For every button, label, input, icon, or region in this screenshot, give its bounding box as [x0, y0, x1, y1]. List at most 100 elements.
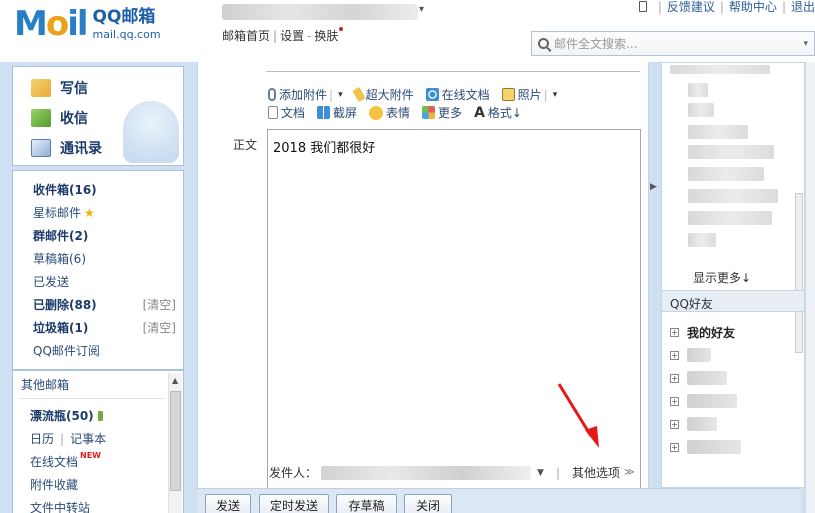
friend-group[interactable]: + [670, 371, 727, 385]
online-doc-button[interactable]: 在线文档 [425, 86, 490, 103]
contacts-panel: 显示更多↓ QQ好友 + 我的好友 + + + + + [661, 62, 805, 488]
recent-contacts-header-blurred [670, 65, 770, 74]
drift-bottle[interactable]: 漂流瓶(50) [30, 407, 103, 424]
folder-deleted[interactable]: 已删除(88) [33, 296, 97, 313]
close-button[interactable]: 关闭 [404, 494, 452, 513]
compose-button[interactable]: 写信 [31, 75, 88, 101]
chevron-down-icon[interactable]: ▾ [419, 4, 424, 15]
attachment-favorites[interactable]: 附件收藏 [30, 476, 78, 493]
friend-group-my-friends[interactable]: + 我的好友 [670, 324, 735, 341]
inbox-download-icon [31, 109, 51, 127]
contacts-scrollbar[interactable] [794, 193, 804, 353]
online-docs[interactable]: 在线文档 NEW [30, 451, 101, 470]
red-annotation-arrow-icon [557, 383, 599, 448]
search-options-chevron-icon[interactable]: ▾ [803, 39, 808, 49]
chevron-down-icon[interactable]: ▾ [553, 90, 558, 100]
expand-plus-icon[interactable]: + [670, 396, 679, 406]
emoji-button[interactable]: 表情 [369, 104, 410, 121]
chevron-down-icon[interactable]: ▾ [338, 90, 343, 100]
compose-toolbar-primary: 添加附件 | ▾ 超大附件 在线文档 照片 | ▾ [268, 86, 569, 103]
other-tools: 其他邮箱 漂流瓶(50) 日历 | 记事本 在线文档 NEW 附件收藏 文件中转站 ▲ [12, 370, 184, 513]
expand-plus-icon[interactable]: + [670, 328, 679, 337]
emoji-icon [369, 105, 384, 120]
collapse-right-panel-icon[interactable]: ▶ [650, 182, 657, 192]
big-attachment-icon [351, 86, 366, 103]
expand-plus-icon[interactable]: + [670, 350, 679, 360]
friend-group[interactable]: + [670, 417, 717, 431]
clear-deleted-link[interactable]: [清空] [143, 296, 176, 313]
qq-mail-logo[interactable]: Moil QQ邮箱 mail.qq.com [14, 4, 161, 44]
mobile-phone-icon[interactable] [638, 1, 647, 12]
calendar-link[interactable]: 日历 [30, 430, 54, 447]
folder-sent[interactable]: 已发送 [33, 273, 69, 290]
account-subnav: 邮箱首页 | 设置 - 换肤 [222, 27, 344, 44]
chevron-down-icon[interactable]: ▼ [537, 468, 544, 478]
expand-plus-icon[interactable]: + [670, 442, 679, 452]
calendar-notes[interactable]: 日历 | 记事本 [30, 430, 106, 447]
expand-plus-icon[interactable]: + [670, 419, 679, 429]
document-button[interactable]: 文档 [268, 104, 305, 121]
qq-friends-header[interactable]: QQ好友 [662, 290, 804, 312]
scheduled-send-button[interactable]: 定时发送 [259, 494, 329, 513]
search-placeholder: 邮件全文搜索... [554, 37, 638, 51]
body-label: 正文 [233, 138, 258, 152]
online-doc-icon [425, 88, 439, 101]
link-settings[interactable]: 设置 [280, 29, 304, 43]
big-attachment-button[interactable]: 超大附件 [351, 86, 414, 103]
scroll-up-arrow-icon[interactable]: ▲ [172, 376, 178, 385]
folder-inbox[interactable]: 收件箱(16) [33, 181, 97, 198]
format-button[interactable]: A 格式↓ [474, 104, 522, 121]
friend-group[interactable]: + [670, 440, 741, 454]
receive-button[interactable]: 收信 [31, 105, 88, 131]
link-skin[interactable]: 换肤 [314, 29, 338, 43]
qq-penguin-decoration-icon [123, 101, 179, 163]
logo-title: QQ邮箱 [92, 6, 156, 27]
star-icon: ★ [84, 205, 95, 220]
link-mail-home[interactable]: 邮箱首页 [222, 29, 270, 43]
send-button[interactable]: 发送 [205, 494, 251, 513]
compose-toolbar-secondary: 文档 截屏 表情 更多 A 格式↓ [268, 104, 534, 121]
sender-select-blurred[interactable] [321, 465, 532, 480]
body-text: 2018 我们都很好 [273, 141, 376, 156]
more-button[interactable]: 更多 [422, 104, 462, 121]
link-logout[interactable]: 退出 [791, 0, 815, 15]
search-input[interactable]: 邮件全文搜索... ▾ [531, 31, 815, 56]
photo-icon [501, 88, 515, 101]
double-chevron-down-icon[interactable]: ≫ [624, 467, 634, 478]
folder-drafts[interactable]: 草稿箱(6) [33, 250, 86, 267]
sidebar-scrollbar[interactable]: ▲ [168, 373, 182, 513]
file-transfer[interactable]: 文件中转站 [30, 499, 90, 513]
notes-link[interactable]: 记事本 [70, 430, 106, 447]
username-blurred[interactable] [222, 4, 418, 20]
more-icon [422, 106, 436, 119]
scroll-thumb[interactable] [170, 391, 181, 491]
other-options-link[interactable]: 其他选项 [572, 464, 620, 481]
save-draft-button[interactable]: 存草稿 [336, 494, 397, 513]
document-icon [268, 106, 278, 119]
folder-starred[interactable]: 星标邮件 ★ [33, 204, 95, 221]
add-attachment-button[interactable]: 添加附件 | ▾ [268, 86, 343, 103]
new-badge: NEW [80, 451, 101, 460]
show-more-link[interactable]: 显示更多↓ [693, 269, 751, 286]
screenshot-button[interactable]: 截屏 [317, 104, 357, 121]
message-body-editor[interactable]: 2018 我们都很好 [267, 129, 641, 513]
friend-group[interactable]: + [670, 394, 737, 408]
expand-plus-icon[interactable]: + [670, 373, 679, 383]
other-mailboxes[interactable]: 其他邮箱 [21, 376, 69, 393]
friend-group[interactable]: + [670, 348, 711, 362]
notification-dot-icon [339, 27, 344, 31]
contacts-button[interactable]: 通讯录 [31, 135, 102, 161]
recent-contacts-blurred [688, 81, 800, 261]
logo-mark: Moil [14, 4, 89, 44]
folder-spam[interactable]: 垃圾箱(1) [33, 319, 88, 336]
photo-button[interactable]: 照片 | ▾ [501, 86, 558, 103]
logo-subtitle: mail.qq.com [92, 27, 161, 41]
quick-actions: 写信 收信 通讯录 [12, 66, 184, 166]
folder-list: 收件箱(16) 星标邮件 ★ 群邮件(2) 草稿箱(6) 已发送 已删除(88) … [12, 170, 184, 370]
folder-subscriptions[interactable]: QQ邮件订阅 [33, 342, 100, 359]
page-scrollbar[interactable] [805, 62, 815, 513]
link-help[interactable]: 帮助中心 [729, 0, 777, 15]
clear-spam-link[interactable]: [清空] [143, 319, 176, 336]
link-feedback[interactable]: 反馈建议 [667, 0, 715, 15]
folder-group[interactable]: 群邮件(2) [33, 227, 88, 244]
